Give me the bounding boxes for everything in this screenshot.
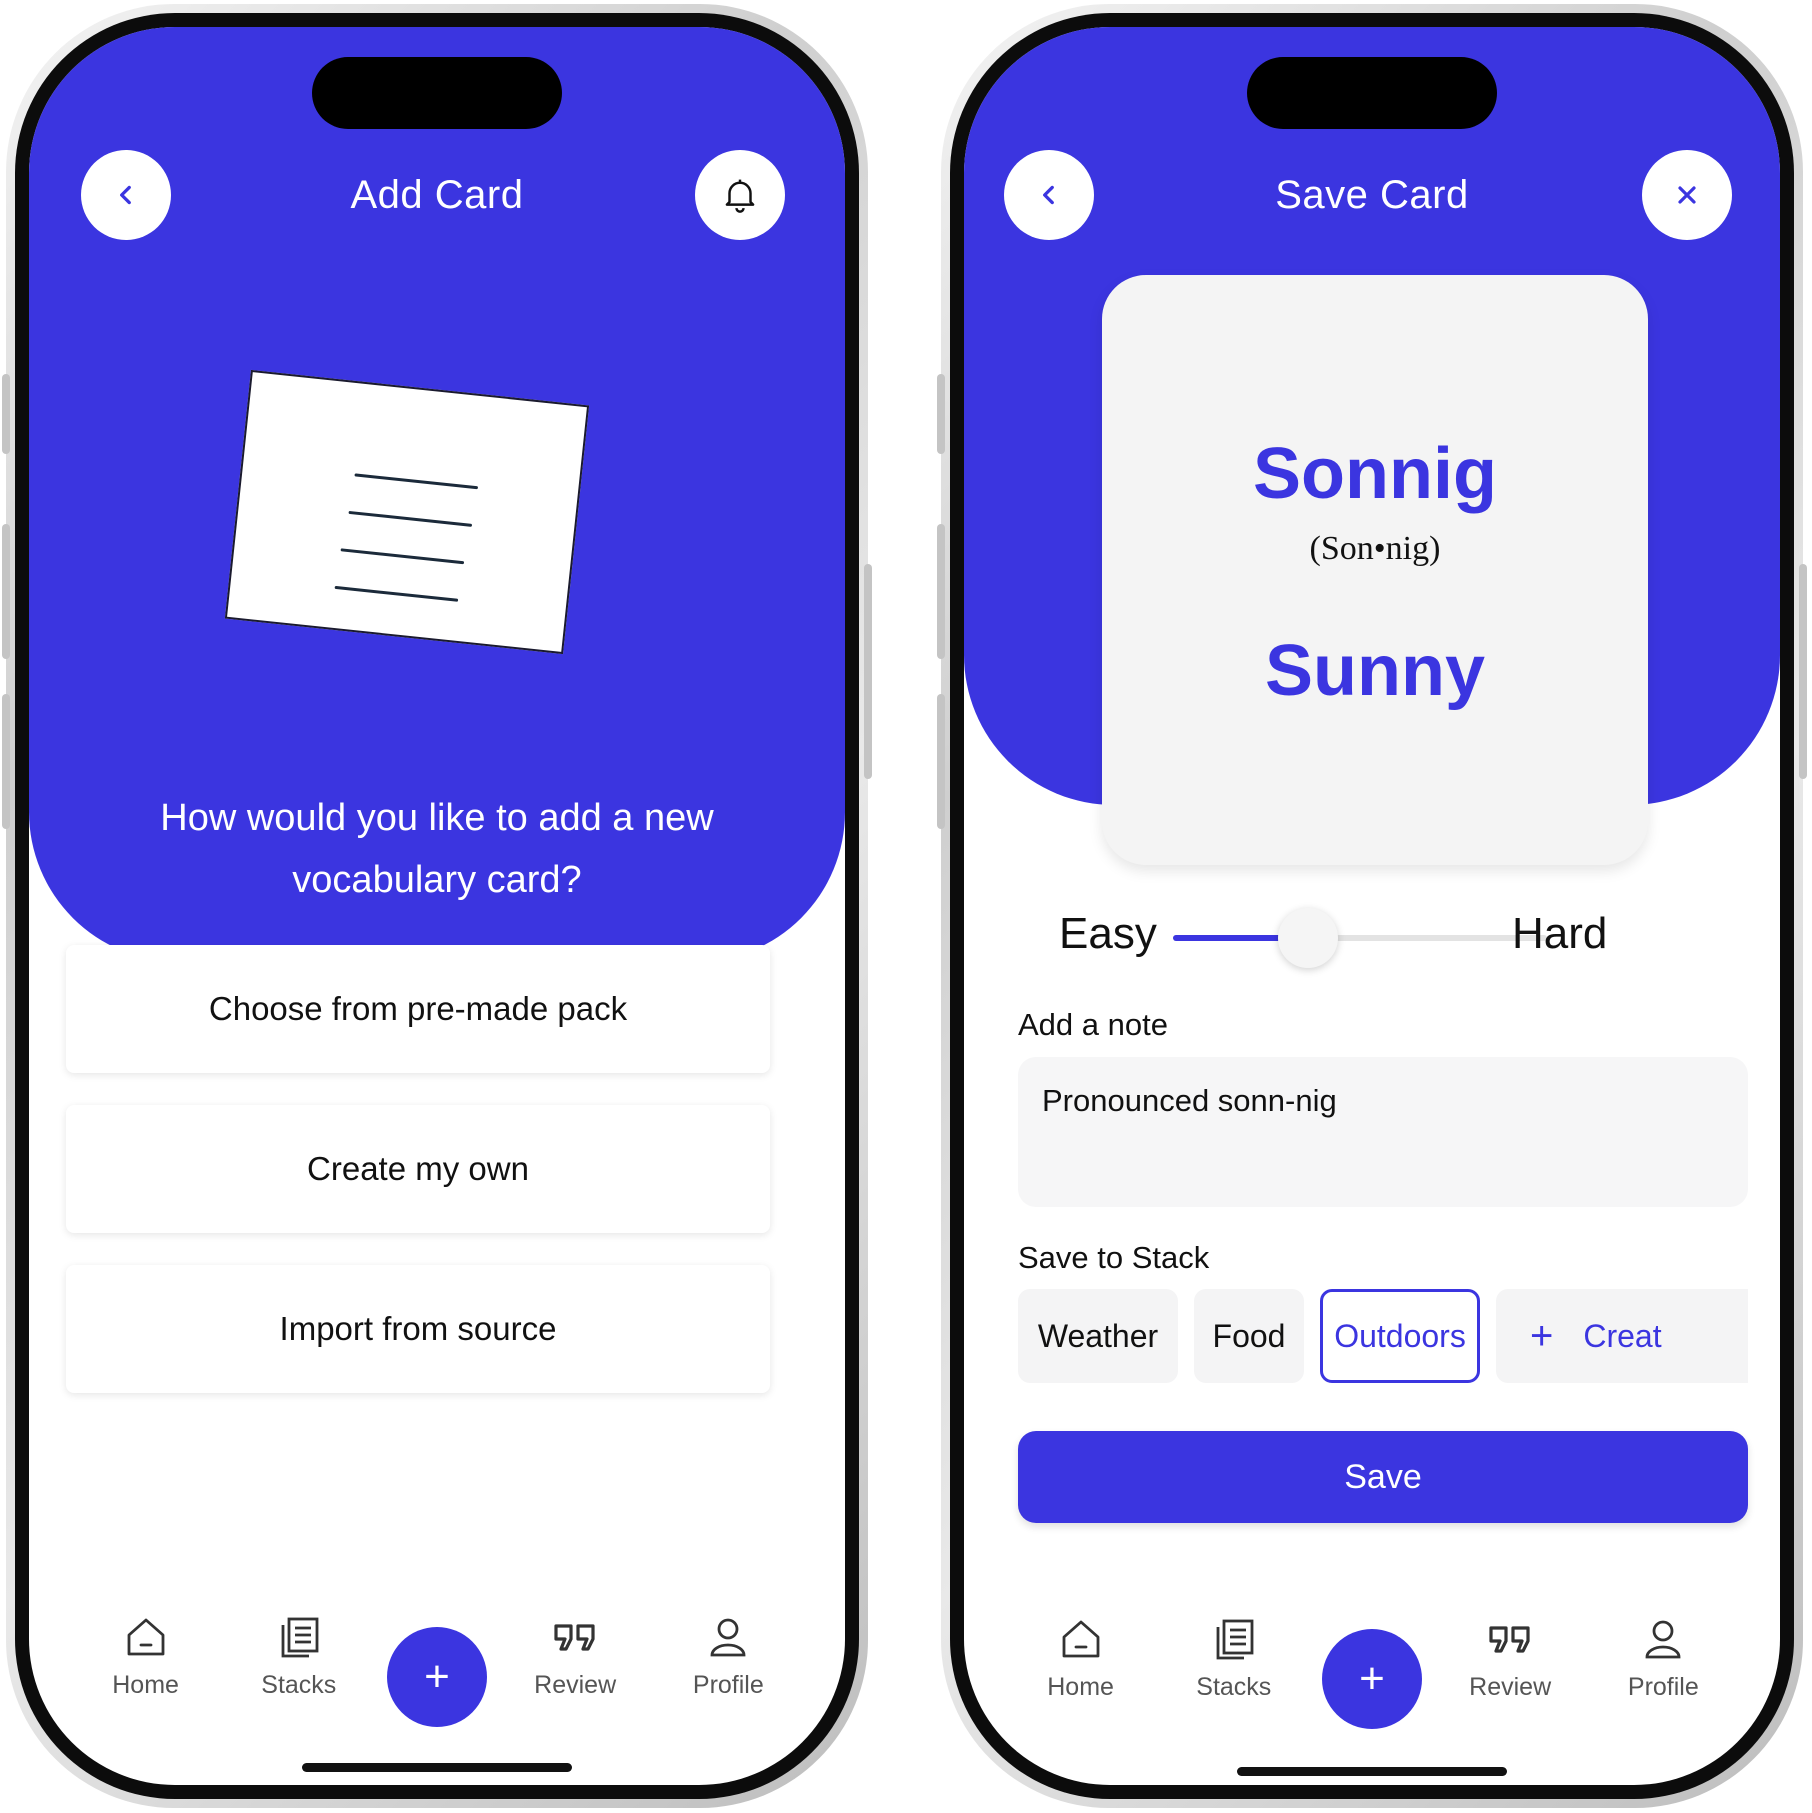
side-button — [937, 374, 945, 454]
add-card-screen: Add Card How would you like to add a new… — [29, 27, 845, 1785]
difficulty-slider-row: Easy Hard — [964, 907, 1780, 968]
side-button — [864, 564, 872, 779]
nav-stacks[interactable]: Stacks — [1169, 1615, 1299, 1702]
dynamic-island — [312, 57, 562, 129]
stack-chips: Weather Food Outdoors + Creat — [1018, 1289, 1748, 1385]
phone-frame-save-card: Save Card Sonnig (Son•nig) Sunny Easy Ha… — [937, 4, 1807, 1808]
side-button — [937, 524, 945, 659]
home-icon — [127, 1618, 164, 1656]
nav-profile[interactable]: Profile — [1598, 1615, 1728, 1702]
nav-review-label: Review — [534, 1671, 617, 1699]
stack-chip-food[interactable]: Food — [1194, 1289, 1304, 1383]
option-create-own[interactable]: Create my own — [66, 1105, 770, 1233]
text-line — [340, 548, 465, 565]
difficulty-easy-label: Easy — [1059, 909, 1157, 958]
close-button[interactable] — [1642, 150, 1732, 240]
card-translation: Sunny — [1264, 631, 1485, 711]
bottom-nav: Home Stacks + Review Profile — [964, 1615, 1780, 1729]
nav-review[interactable]: Review — [510, 1613, 640, 1700]
note-textarea[interactable]: Pronounced sonn-nig — [1018, 1057, 1748, 1207]
slider-thumb[interactable] — [1277, 908, 1338, 968]
nav-profile-label: Profile — [692, 1671, 764, 1699]
nav-home[interactable]: Home — [1016, 1615, 1146, 1702]
card-pronunciation: (Son•nig) — [1309, 530, 1441, 567]
home-icon — [1062, 1620, 1099, 1658]
option-import-source[interactable]: Import from source — [66, 1265, 770, 1393]
side-button — [937, 694, 945, 829]
save-card-screen: Save Card Sonnig (Son•nig) Sunny Easy Ha… — [964, 27, 1780, 1785]
phone-frame-add-card: Add Card How would you like to add a new… — [2, 4, 872, 1808]
option-premade-pack[interactable]: Choose from pre-made pack — [66, 945, 770, 1073]
bottom-nav: Home Stacks + Review Profile — [29, 1613, 845, 1727]
side-button — [2, 694, 10, 829]
bell-icon — [725, 179, 755, 213]
nav-review-label: Review — [1469, 1673, 1552, 1701]
stacks-icon — [281, 1617, 319, 1658]
bezel: Save Card Sonnig (Son•nig) Sunny Easy Ha… — [950, 13, 1794, 1799]
nav-add-button[interactable]: + — [1321, 1629, 1422, 1729]
card-illustration — [224, 369, 590, 655]
nav-home-label: Home — [1047, 1673, 1114, 1701]
note-label: Add a note — [1018, 1007, 1168, 1042]
side-button — [2, 374, 10, 454]
stack-label: Save to Stack — [1018, 1240, 1210, 1275]
user-icon — [1645, 1620, 1681, 1659]
create-stack-label: Creat — [1583, 1317, 1662, 1354]
nav-review[interactable]: Review — [1445, 1615, 1575, 1702]
stacks-icon — [1216, 1619, 1254, 1660]
home-indicator — [302, 1763, 572, 1772]
prompt-question: How would you like to add a new vocabula… — [160, 797, 714, 901]
side-button — [1799, 564, 1807, 779]
text-line — [348, 510, 473, 527]
nav-home[interactable]: Home — [81, 1613, 211, 1700]
nav-stacks-label: Stacks — [261, 1671, 337, 1699]
save-button[interactable]: Save — [1018, 1431, 1748, 1523]
side-button — [2, 524, 10, 659]
difficulty-hard-label: Hard — [1512, 909, 1608, 958]
nav-add-button[interactable]: + — [386, 1627, 487, 1727]
difficulty-slider[interactable] — [1173, 908, 1547, 968]
card-word: Sonnig — [1253, 434, 1497, 514]
text-line — [354, 473, 479, 490]
notifications-button[interactable] — [695, 150, 785, 240]
user-icon — [710, 1618, 746, 1657]
nav-profile-label: Profile — [1627, 1673, 1699, 1701]
home-indicator — [1237, 1767, 1507, 1776]
nav-home-label: Home — [112, 1671, 179, 1699]
nav-stacks[interactable]: Stacks — [234, 1613, 364, 1700]
quote-icon — [554, 1624, 595, 1651]
quote-icon — [1489, 1626, 1530, 1653]
bezel: Add Card How would you like to add a new… — [15, 13, 859, 1799]
vocabulary-card: Sonnig (Son•nig) Sunny — [1102, 275, 1648, 865]
plus-icon: + — [1530, 1313, 1554, 1358]
close-icon — [1678, 186, 1696, 204]
nav-stacks-label: Stacks — [1196, 1673, 1272, 1701]
stack-chip-outdoors[interactable]: Outdoors — [1320, 1289, 1480, 1383]
dynamic-island — [1247, 57, 1497, 129]
create-stack-button[interactable]: + Creat — [1496, 1289, 1748, 1383]
nav-profile[interactable]: Profile — [663, 1613, 793, 1700]
stack-chip-weather[interactable]: Weather — [1018, 1289, 1178, 1383]
text-line — [334, 585, 459, 602]
